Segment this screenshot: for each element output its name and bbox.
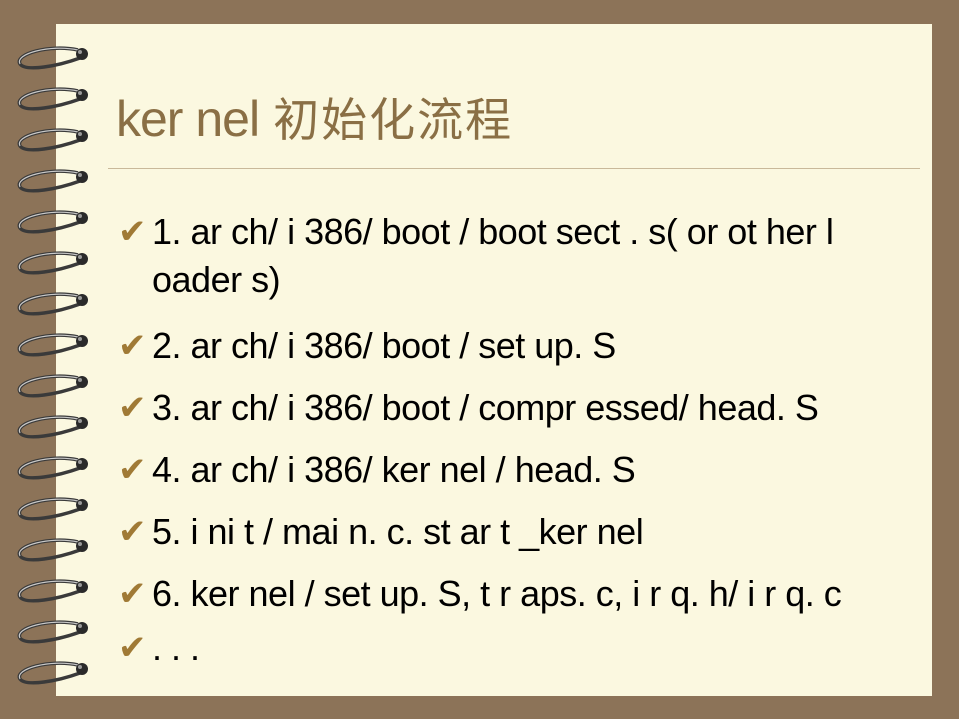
list-item: ✔ 4. ar ch/ i 386/ ker nel / head. S [118,446,918,494]
list-item-text: 6. ker nel / set up. S, t r aps. c, i r … [152,573,842,614]
list-item: ✔ 6. ker nel / set up. S, t r aps. c, i … [118,570,918,618]
list-item-text: 1. ar ch/ i 386/ boot / boot sect . s( o… [152,211,834,300]
check-icon: ✔ [118,628,147,668]
binding-ring [17,169,88,193]
binding-ring [17,87,88,111]
binding-ring [17,374,88,398]
title-chinese: 初始化流程 [273,93,514,147]
binding-ring [17,210,88,234]
check-icon: ✔ [118,450,147,490]
check-icon: ✔ [118,326,147,366]
binding-ring [17,497,88,521]
list-item: ✔ 1. ar ch/ i 386/ boot / boot sect . s(… [118,208,918,304]
binding-ring [17,579,88,603]
list-item-text: 2. ar ch/ i 386/ boot / set up. S [152,325,616,366]
list-item-text: 4. ar ch/ i 386/ ker nel / head. S [152,449,636,490]
binding-ring [17,128,88,152]
list-item-text: 3. ar ch/ i 386/ boot / compr essed/ hea… [152,387,819,428]
list-item: ✔ 2. ar ch/ i 386/ boot / set up. S [118,322,918,370]
list-item: ✔ 3. ar ch/ i 386/ boot / compr essed/ h… [118,384,918,432]
check-icon: ✔ [118,574,147,614]
check-icon: ✔ [118,512,147,552]
binding-ring [17,292,88,316]
slide-page: ker nel 初始化流程 ✔ 1. ar ch/ i 386/ boot / b… [56,24,932,696]
title-divider [108,168,920,169]
list-item-text: . . . [152,627,200,668]
check-icon: ✔ [118,388,147,428]
binding-ring [17,661,88,685]
binding-ring [17,46,88,70]
binding-ring [17,333,88,357]
list-item-text: 5. i ni t / mai n. c. st ar t _ker nel [152,511,644,552]
check-icon: ✔ [118,212,147,252]
binding-ring [17,251,88,275]
binding-ring [17,538,88,562]
bullet-list: ✔ 1. ar ch/ i 386/ boot / boot sect . s(… [118,208,918,672]
title-english: ker nel [116,91,260,147]
binding-ring [17,456,88,480]
binding-ring [17,620,88,644]
list-item: ✔ . . . [118,624,918,672]
spiral-binding [17,46,88,685]
slide-title: ker nel 初始化流程 [116,84,513,150]
binding-ring [17,415,88,439]
list-item: ✔ 5. i ni t / mai n. c. st ar t _ker nel [118,508,918,556]
